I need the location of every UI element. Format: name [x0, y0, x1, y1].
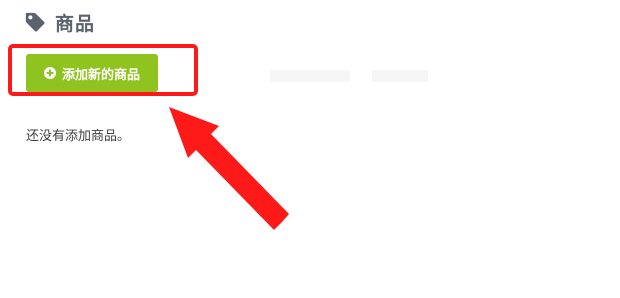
products-page: 商品 添加新的商品 还没有添加商品。: [0, 0, 620, 298]
annotation-arrow: [169, 107, 289, 230]
